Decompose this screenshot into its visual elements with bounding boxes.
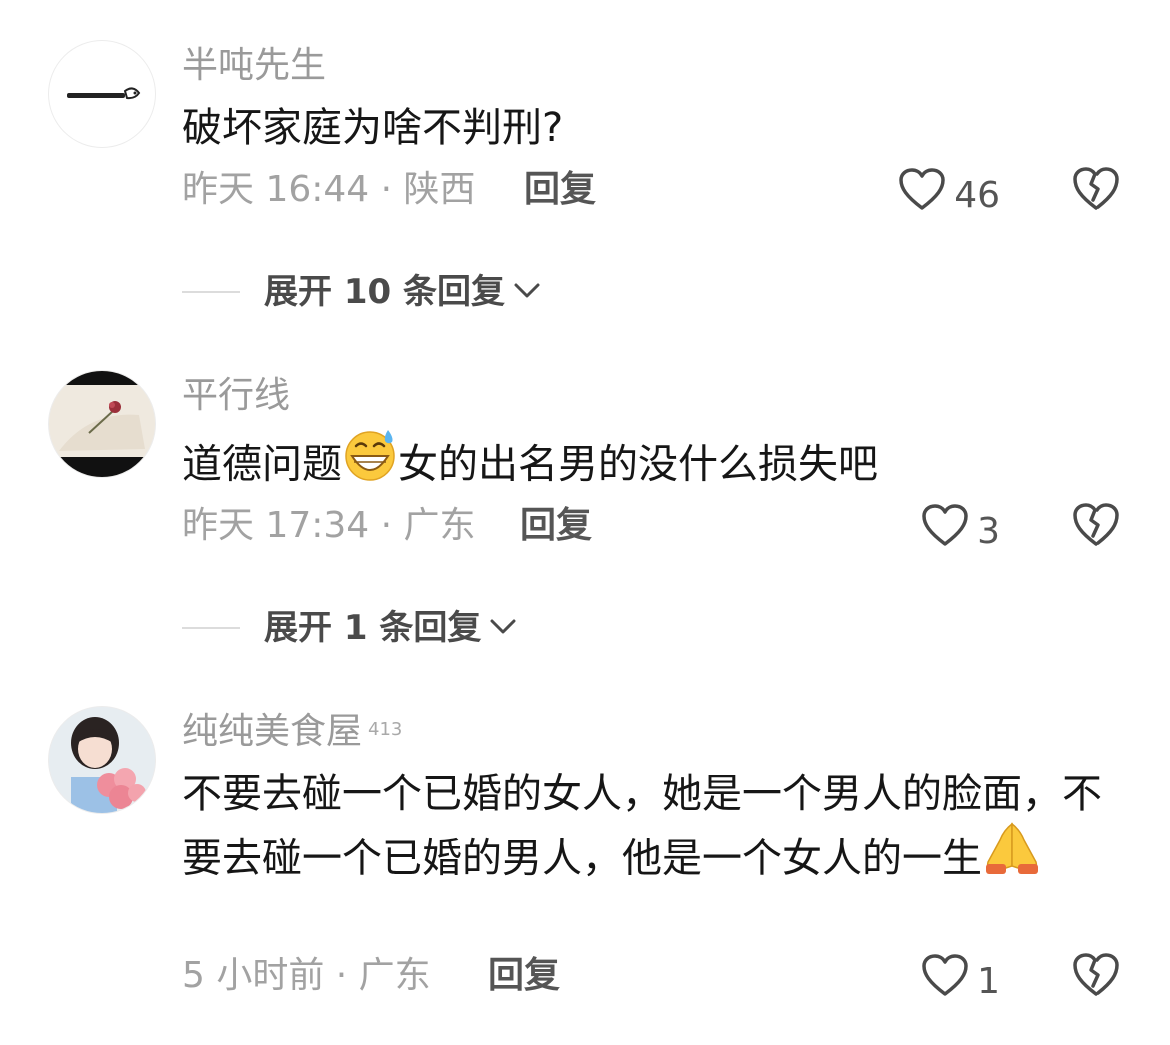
broken-heart-icon — [1072, 167, 1120, 216]
expand-replies[interactable]: 展开 10 条回复 — [182, 270, 541, 314]
comment-meta: 昨天 17:34 · 广东 — [182, 505, 476, 546]
avatar[interactable] — [48, 706, 156, 814]
like-count: 1 — [977, 960, 1000, 1002]
expand-replies[interactable]: 展开 1 条回复 — [182, 606, 517, 650]
comment-text: 不要去碰一个已婚的女人，她是一个男人的脸面，不要去碰一个已婚的男人，他是一个女人… — [182, 764, 1102, 897]
username[interactable]: 纯纯美食屋 413 — [182, 710, 402, 754]
folded-hands-emoji — [982, 820, 1042, 893]
grinning-sweat-emoji — [342, 426, 398, 499]
comment-list: 半吨先生 破坏家庭为啥不判刑? 昨天 16:44 · 陕西 回复 46 展开 1… — [0, 0, 1170, 1045]
reply-button[interactable]: 回复 — [488, 954, 560, 998]
comment-text-part: 道德问题 — [182, 441, 342, 488]
username-text: 纯纯美食屋 — [182, 711, 363, 752]
dislike-button[interactable] — [1072, 166, 1120, 216]
comment-text-body: 不要去碰一个已婚的女人，她是一个男人的脸面，不要去碰一个已婚的男人，他是一个女人… — [182, 771, 1102, 882]
comment-text: 道德问题 女的出名男的没什么损失吧 — [182, 430, 1102, 503]
username[interactable]: 半吨先生 — [182, 44, 326, 88]
heart-outline-icon — [921, 954, 969, 1009]
avatar[interactable] — [48, 40, 156, 148]
user-badge: 413 — [368, 719, 403, 740]
divider — [182, 291, 240, 293]
comment-meta: 昨天 16:44 · 陕西 — [182, 169, 476, 210]
divider — [182, 627, 240, 629]
dislike-button[interactable] — [1072, 502, 1120, 552]
like-button[interactable]: 1 — [921, 954, 1000, 1009]
broken-heart-icon — [1072, 503, 1120, 552]
like-button[interactable]: 3 — [921, 504, 1000, 559]
comment-text-part: 女的出名男的没什么损失吧 — [398, 441, 878, 488]
dislike-button[interactable] — [1072, 952, 1120, 1002]
like-button[interactable]: 46 — [898, 168, 1000, 223]
username[interactable]: 平行线 — [182, 374, 290, 418]
like-count: 3 — [977, 510, 1000, 552]
expand-replies-label: 展开 1 条回复 — [264, 608, 482, 648]
comment-text: 破坏家庭为啥不判刑? — [182, 105, 564, 151]
avatar[interactable] — [48, 370, 156, 478]
heart-outline-icon — [898, 168, 946, 223]
heart-outline-icon — [921, 504, 969, 559]
like-count: 46 — [954, 174, 1000, 216]
comment-meta: 5 小时前 · 广东 — [182, 955, 431, 996]
reply-button[interactable]: 回复 — [520, 504, 592, 548]
reply-button[interactable]: 回复 — [524, 168, 596, 212]
chevron-down-icon — [489, 616, 517, 640]
chevron-down-icon — [513, 280, 541, 304]
expand-replies-label: 展开 10 条回复 — [264, 272, 505, 312]
broken-heart-icon — [1072, 953, 1120, 1002]
